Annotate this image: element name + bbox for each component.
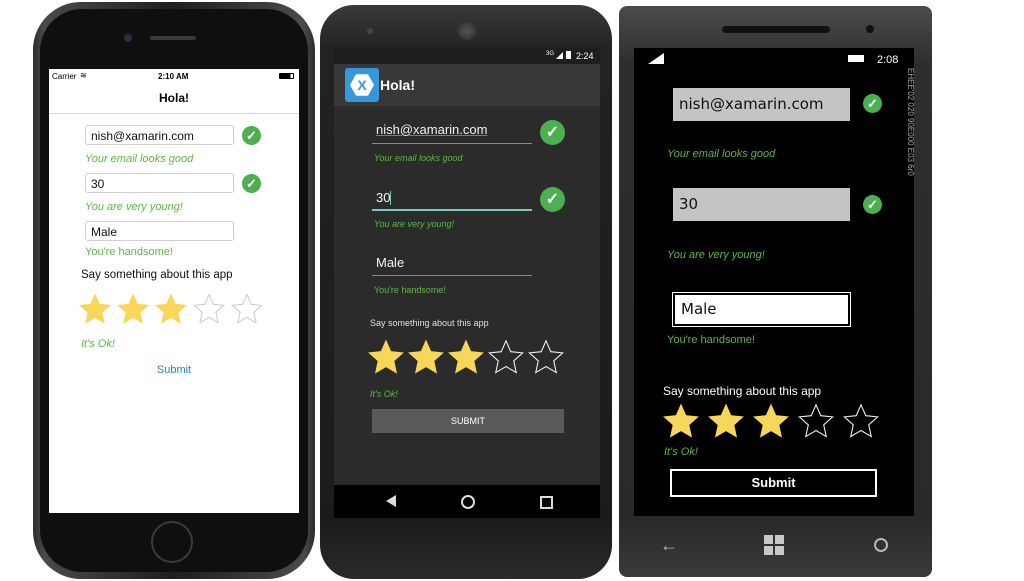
signal-icon — [648, 53, 664, 64]
gender-field[interactable]: Male — [85, 221, 234, 241]
star-filled-icon[interactable] — [368, 339, 404, 375]
email-field[interactable]: nish@xamarin.com — [673, 88, 850, 121]
wp-status-bar: 2:08 — [634, 48, 914, 68]
iphone-speaker — [150, 36, 196, 40]
email-valid-check-icon: ✓ — [863, 94, 882, 113]
wp-back-icon[interactable]: ← — [660, 535, 678, 556]
email-validation-message: Your email looks good — [374, 153, 463, 163]
star-empty-icon[interactable] — [528, 339, 564, 375]
star-filled-icon[interactable] — [708, 403, 744, 439]
email-field-underline — [372, 143, 532, 144]
submit-button[interactable]: Submit — [49, 364, 299, 376]
email-field[interactable]: nish@xamarin.com — [85, 125, 234, 145]
star-empty-icon[interactable] — [193, 293, 225, 325]
age-field[interactable]: 30 — [376, 189, 532, 211]
star-empty-icon[interactable] — [231, 293, 263, 325]
network-type: 3G — [546, 51, 555, 57]
android-screen: 3G 2:24 X Hola! nish@xamarin.com ✓ Your … — [334, 48, 600, 518]
age-valid-check-icon: ✓ — [863, 195, 882, 214]
iphone-home-button[interactable] — [151, 521, 193, 563]
iphone-camera — [124, 34, 132, 42]
rating-message: It's Ok! — [370, 389, 398, 399]
email-validation-message: Your email looks good — [667, 148, 776, 160]
ios-nav-bar: Hola! — [49, 83, 299, 114]
gender-validation-message: You're handsome! — [667, 334, 755, 346]
recents-icon[interactable] — [540, 496, 553, 509]
wp-windows-icon[interactable] — [764, 535, 784, 555]
age-field[interactable]: 30 — [85, 173, 234, 193]
star-filled-icon[interactable] — [155, 293, 187, 325]
star-filled-icon[interactable] — [408, 339, 444, 375]
star-filled-icon[interactable] — [79, 293, 111, 325]
android-page-title: Hola! — [380, 77, 415, 93]
ios-carrier: Carrier — [52, 72, 77, 81]
windows-phone-screen: 2:08 EHEE'02 020 90E000 E03 6r0 nish@xam… — [634, 48, 914, 516]
iphone-screen: Carrier ≋ 2:10 AM Hola! nish@xamarin.com… — [49, 69, 299, 513]
rating-prompt: Say something about this app — [370, 318, 489, 328]
wp-search-icon[interactable] — [874, 538, 888, 552]
star-empty-icon[interactable] — [843, 403, 879, 439]
star-filled-icon[interactable] — [753, 403, 789, 439]
star-rating[interactable] — [368, 339, 568, 375]
battery-icon — [279, 73, 294, 79]
age-valid-check-icon: ✓ — [242, 174, 261, 193]
gender-field[interactable]: Male — [672, 292, 851, 327]
rating-prompt: Say something about this app — [81, 269, 233, 281]
gender-validation-message: You're handsome! — [374, 285, 446, 295]
xamarin-logo-icon: X — [345, 68, 379, 102]
android-navigation-bar — [334, 485, 600, 518]
rating-message: It's Ok! — [664, 446, 698, 458]
ios-status-bar: Carrier ≋ 2:10 AM — [49, 69, 299, 83]
submit-button[interactable]: SUBMIT — [372, 409, 564, 433]
android-status-bar: 3G 2:24 — [334, 48, 600, 64]
star-filled-icon[interactable] — [117, 293, 149, 325]
back-icon[interactable] — [386, 495, 396, 507]
star-filled-icon[interactable] — [448, 339, 484, 375]
rating-message: It's Ok! — [81, 338, 115, 350]
signal-icon — [556, 52, 563, 59]
email-valid-check-icon: ✓ — [242, 126, 261, 145]
email-field[interactable]: nish@xamarin.com — [376, 121, 532, 143]
home-icon[interactable] — [461, 495, 475, 509]
age-validation-message: You are very young! — [374, 219, 455, 229]
ios-page-title: Hola! — [159, 91, 189, 105]
wp-side-text: EHEE'02 020 90E000 E03 6r0 — [906, 68, 914, 176]
email-valid-check-icon: ✓ — [540, 120, 565, 145]
android-time: 2:24 — [576, 51, 594, 61]
email-validation-message: Your email looks good — [85, 153, 194, 165]
android-earpiece — [458, 22, 476, 40]
age-valid-check-icon: ✓ — [540, 187, 565, 212]
gender-validation-message: You're handsome! — [85, 246, 173, 258]
age-validation-message: You are very young! — [85, 201, 183, 213]
star-filled-icon[interactable] — [663, 403, 699, 439]
star-rating[interactable] — [663, 403, 888, 439]
battery-icon — [566, 51, 571, 59]
wp-time: 2:08 — [877, 54, 899, 66]
star-empty-icon[interactable] — [488, 339, 524, 375]
rating-prompt: Say something about this app — [663, 384, 822, 398]
age-field-underline — [372, 209, 532, 211]
android-front-camera — [367, 28, 373, 34]
gender-field-underline — [372, 275, 532, 276]
age-field[interactable]: 30 — [673, 188, 850, 221]
battery-icon — [848, 55, 864, 62]
android-action-bar: X Hola! — [334, 64, 600, 106]
star-rating[interactable] — [79, 293, 269, 329]
star-empty-icon[interactable] — [798, 403, 834, 439]
wifi-icon: ≋ — [80, 71, 87, 80]
wp-earpiece — [722, 26, 830, 33]
gender-field[interactable]: Male — [376, 255, 532, 277]
submit-button[interactable]: Submit — [670, 469, 877, 497]
wp-front-camera — [866, 25, 874, 33]
age-validation-message: You are very young! — [667, 249, 765, 261]
ios-time: 2:10 AM — [158, 72, 189, 81]
